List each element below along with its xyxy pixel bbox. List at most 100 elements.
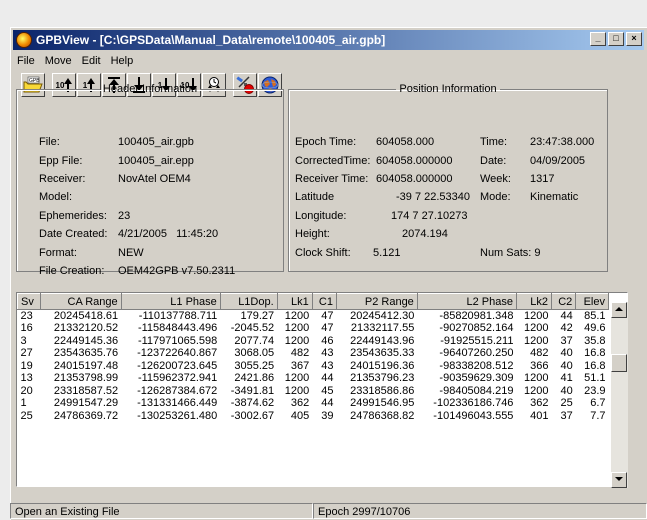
table-cell: 41 [560,372,573,385]
table-cell: 1200 [284,334,310,347]
column-header[interactable]: Elev [575,293,609,310]
title-bar[interactable]: GPBView - [C:\GPSData\Manual_Data\remote… [13,30,644,50]
table-cell: 40 [560,359,573,372]
column-header[interactable]: Lk2 [515,293,553,310]
table-cell: 16 [20,322,33,335]
maximize-button[interactable]: □ [608,32,624,46]
vertical-scrollbar[interactable] [611,302,628,488]
epoch-time-value: 604058.000 [376,136,435,148]
table-cell: 44 [560,310,573,322]
latitude-label: Latitude [295,191,335,203]
corrected-time-label: CorrectedTime: [295,155,371,167]
ephemerides-label: Ephemerides: [39,210,107,222]
scroll-up-button[interactable] [611,302,627,318]
table-cell: 40 [560,384,573,397]
longitude-label: Longitude: [295,210,347,222]
table-cell: 47 [321,322,334,335]
receiver-value: NovAtel OEM4 [118,173,191,185]
table-cell: -101496043.555 [433,409,514,422]
table-cell: -91925515.211 [440,334,514,347]
table-cell: 44 [321,397,334,410]
menu-edit[interactable]: Edit [78,55,107,67]
longitude-value: 174 7 27.10273 [391,210,468,222]
table-cell: 1200 [524,334,549,347]
table-cell: -90270852.164 [439,322,514,335]
table-cell: 23 [20,310,33,322]
table-row[interactable]: 1 24991547.29 -131331466.449 -3874.62 362 44 2… [18,397,609,410]
table-cell: 45 [321,384,334,397]
table-cell: -115962372.941 [137,372,218,385]
scroll-down-button[interactable] [611,472,627,488]
column-header[interactable]: C2 [551,293,577,310]
table-cell: 3 [20,334,27,347]
table-row[interactable]: 19 24015197.48 -126200723.645 3055.25 367 43 2… [18,360,609,373]
table-cell: 35.8 [584,334,606,347]
clock-shift-label: Clock Shift: [295,247,351,259]
menu-bar: File Move Edit Help [13,52,139,70]
menu-move[interactable]: Move [41,55,78,67]
table-cell: 24015197.48 [53,359,119,372]
scroll-thumb[interactable] [611,354,627,372]
column-header[interactable]: L1 Phase [120,293,221,310]
table-cell: -3874.62 [230,397,275,410]
table-cell: 3068.05 [234,347,275,360]
table-cell: -2045.52 [230,322,275,335]
table-cell: -130253261.480 [137,409,218,422]
column-header[interactable]: L1Dop. [219,293,278,310]
table-cell: 1200 [524,322,549,335]
column-header[interactable]: Sv [17,293,41,310]
table-cell: 40 [560,347,573,360]
table-cell: 43 [321,347,334,360]
menu-help[interactable]: Help [107,55,140,67]
table-row[interactable]: 27 23543635.76 -123722640.867 3068.05 482 43 2… [18,347,609,360]
table-cell: -115848443.496 [137,322,218,335]
position-information-group: Position Information Epoch Time: 604058.… [288,83,608,272]
table-row[interactable]: 25 24786369.72 -130253261.480 -3002.67 405 39… [18,410,609,423]
file-label: File: [39,136,60,148]
table-cell: 23318586.86 [350,384,415,397]
table-cell: 25 [560,397,573,410]
table-cell: 49.6 [584,322,606,335]
table-cell: 25 [20,409,33,422]
clock-shift-value: 5.121 [373,247,401,259]
menu-file[interactable]: File [13,55,41,67]
receiver-time-value: 604058.000000 [376,173,453,185]
table-cell: 405 [290,409,310,422]
status-bar: Open an Existing File Epoch 2997/10706 [10,503,647,520]
receiver-label: Receiver: [39,173,86,185]
table-row[interactable]: 16 21332120.52 -115848443.496 -2045.52 1200 4… [18,322,609,335]
table-row[interactable]: 23 20245418.61 -110137788.711 179.27 1200 47 2… [18,310,609,323]
table-cell: 51.1 [584,372,606,385]
column-header[interactable]: P2 Range [335,293,418,310]
time-value: 23:47:38.000 [530,136,595,148]
table-cell: -96407260.250 [439,347,514,360]
column-header[interactable]: C1 [311,293,337,310]
close-button[interactable]: × [626,32,642,46]
table-cell: 44 [321,372,334,385]
triangle-up-icon [615,307,623,311]
table-cell: 1200 [524,372,549,385]
table-cell: 3055.25 [234,359,275,372]
format-value: NEW [118,247,144,259]
table-cell: 46 [321,334,334,347]
window-title: GPBView - [C:\GPSData\Manual_Data\remote… [36,33,386,47]
column-header[interactable]: Lk1 [276,293,313,310]
table-cell: 7.7 [590,409,606,422]
minimize-button[interactable]: _ [590,32,606,46]
app-globe-icon [16,32,32,48]
table-cell: 21332117.55 [350,322,415,335]
observation-list[interactable]: Sv CA Range L1 Phase L1Dop. Lk1 C1 P2 Range L2 … [16,292,628,487]
week-label: Week: [480,173,511,185]
table-row[interactable]: 20 23318587.52 -126287384.672 -3491.81 1200 4… [18,385,609,398]
column-header[interactable]: CA Range [39,293,122,310]
column-header[interactable]: L2 Phase [416,293,517,310]
date-label: Date: [480,155,507,167]
table-cell: -110137788.711 [138,310,218,322]
table-row[interactable]: 3 22449145.36 -117971065.598 2077.74 1200 46 2… [18,335,609,348]
time-label: Time: [480,136,508,148]
table-cell: 1200 [524,384,549,397]
table-cell: 37 [560,334,573,347]
table-row[interactable]: 13 21353798.99 -115962372.941 2421.86 1200 44… [18,372,609,385]
table-cell: 1200 [284,322,310,335]
header-information-legend: Header Information [102,83,198,95]
